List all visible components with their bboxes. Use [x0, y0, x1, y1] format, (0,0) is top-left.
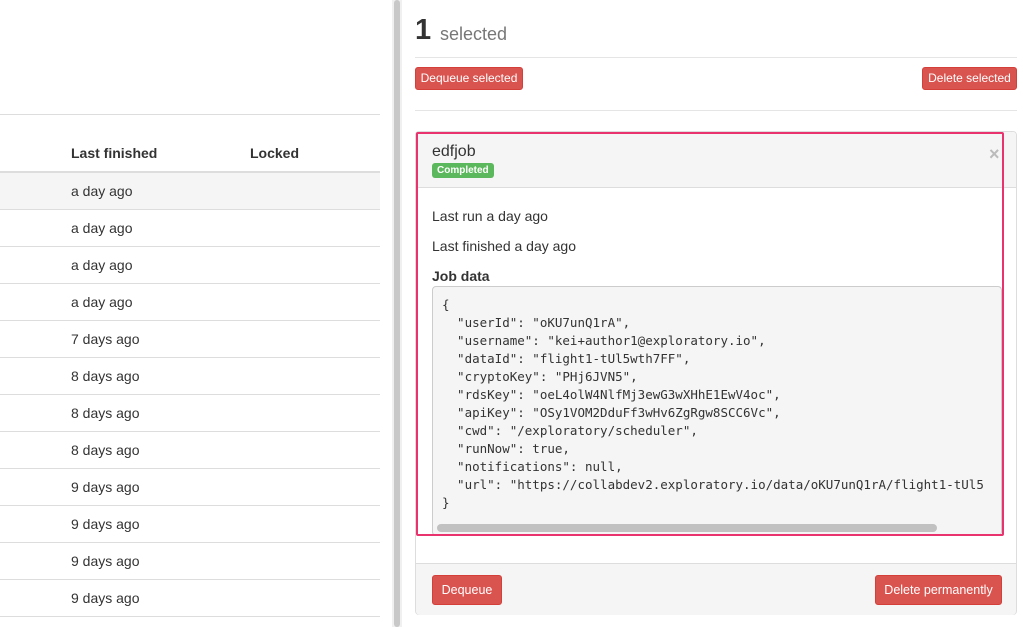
table-row[interactable]: 8 days ago: [0, 395, 380, 432]
divider: [0, 114, 380, 115]
job-detail-panel: edfjob Completed × Last run a day ago La…: [415, 131, 1017, 615]
last-finished-cell: 9 days ago: [71, 553, 140, 569]
table-row[interactable]: 7 days ago: [0, 321, 380, 358]
last-finished-cell: a day ago: [71, 257, 133, 273]
table-row[interactable]: 9 days ago: [0, 469, 380, 506]
delete-permanently-button[interactable]: Delete permanently: [875, 575, 1002, 605]
selection-pane: 1 selected Dequeue selected Delete selec…: [415, 0, 1023, 627]
last-finished-cell: 7 days ago: [71, 331, 140, 347]
table-row[interactable]: a day ago: [0, 284, 380, 321]
job-data-json: { "userId": "oKU7unQ1rA", "username": "k…: [442, 297, 984, 510]
dequeue-selected-button[interactable]: Dequeue selected: [415, 67, 523, 90]
table-row[interactable]: 9 days ago: [0, 543, 380, 580]
job-panel-footer: Dequeue Delete permanently: [416, 563, 1016, 615]
table-header: Last finished Locked: [0, 133, 380, 173]
horizontal-scrollbar[interactable]: [437, 524, 937, 532]
divider: [415, 110, 1017, 111]
delete-selected-button[interactable]: Delete selected: [922, 67, 1017, 90]
table-body: a day ago a day ago a day ago a day ago 7 da…: [0, 173, 380, 617]
column-header-locked[interactable]: Locked: [250, 145, 299, 161]
last-finished-cell: a day ago: [71, 294, 133, 310]
last-finished-cell: 9 days ago: [71, 590, 140, 606]
column-header-last-finished[interactable]: Last finished: [71, 145, 157, 161]
last-finished-text: Last finished a day ago: [432, 238, 576, 254]
table-row[interactable]: a day ago: [0, 247, 380, 284]
last-run-text: Last run a day ago: [432, 208, 548, 224]
job-name: edfjob: [432, 143, 476, 160]
splitter-handle[interactable]: [394, 0, 400, 627]
job-data-label: Job data: [432, 268, 490, 284]
table-row[interactable]: 9 days ago: [0, 580, 380, 617]
last-finished-cell: 9 days ago: [71, 479, 140, 495]
table-row[interactable]: 8 days ago: [0, 358, 380, 395]
close-icon[interactable]: ×: [989, 144, 1000, 165]
jobs-table: Last finished Locked a day ago a day ago a…: [0, 0, 380, 627]
last-finished-cell: 8 days ago: [71, 405, 140, 421]
selected-count: 1: [415, 14, 432, 46]
table-row[interactable]: a day ago: [0, 210, 380, 247]
last-finished-cell: 8 days ago: [71, 442, 140, 458]
dequeue-button[interactable]: Dequeue: [432, 575, 502, 605]
last-finished-cell: a day ago: [71, 183, 133, 199]
last-finished-cell: 9 days ago: [71, 516, 140, 532]
status-badge: Completed: [432, 163, 494, 178]
job-data-code-block[interactable]: { "userId": "oKU7unQ1rA", "username": "k…: [432, 286, 1002, 536]
last-finished-cell: a day ago: [71, 220, 133, 236]
table-row[interactable]: 9 days ago: [0, 506, 380, 543]
table-row[interactable]: 8 days ago: [0, 432, 380, 469]
last-finished-cell: 8 days ago: [71, 368, 140, 384]
job-panel-header: edfjob Completed ×: [416, 132, 1016, 188]
pane-splitter[interactable]: [392, 0, 402, 627]
table-row[interactable]: a day ago: [0, 173, 380, 210]
divider: [415, 57, 1017, 58]
selected-label: selected: [440, 24, 508, 44]
